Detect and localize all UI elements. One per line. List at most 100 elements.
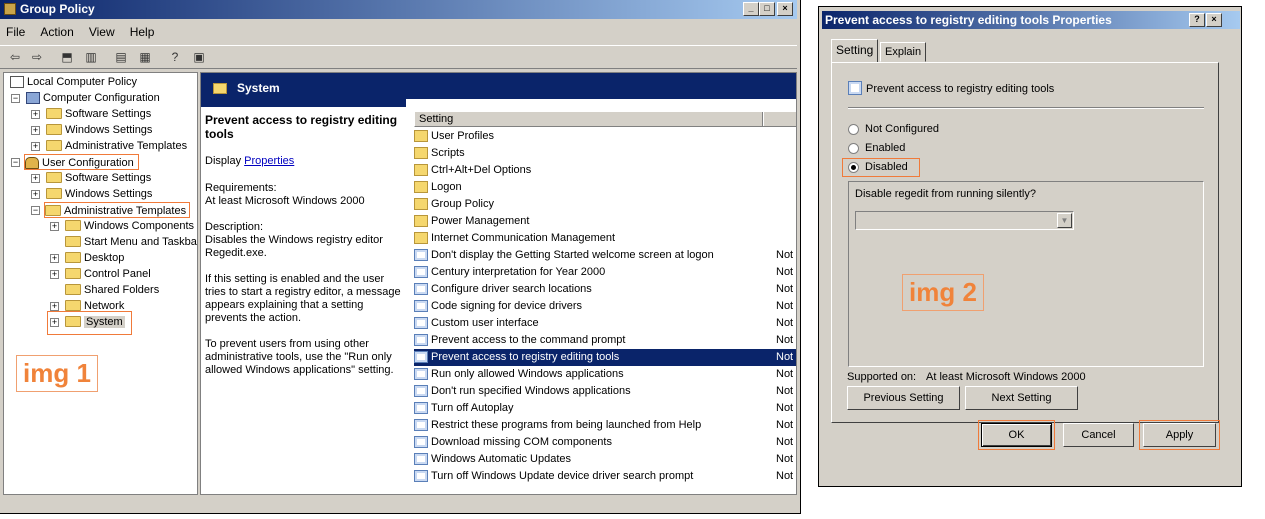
close-button[interactable]: ×	[777, 2, 793, 16]
list-item[interactable]: Run only allowed Windows applications Not	[414, 366, 796, 383]
list-item[interactable]: Century interpretation for Year 2000 Not	[414, 264, 796, 281]
next-setting-button[interactable]: Next Setting	[965, 386, 1078, 410]
tree-computer-configuration[interactable]: Computer Configuration	[26, 90, 160, 106]
tree-uc-software-settings[interactable]: Software Settings	[46, 170, 151, 186]
expand-toggle[interactable]: +	[50, 318, 59, 327]
list-item[interactable]: Download missing COM components Not	[414, 434, 796, 451]
forward-icon[interactable]: ⇨	[28, 49, 46, 66]
tree-windows-components[interactable]: Windows Components	[65, 218, 194, 234]
expand-toggle[interactable]: +	[31, 110, 40, 119]
apply-button[interactable]: Apply	[1143, 423, 1216, 447]
list-item[interactable]: Restrict these programs from being launc…	[414, 417, 796, 434]
label-not-configured[interactable]: Not Configured	[865, 123, 939, 135]
title-bar[interactable]: Group Policy _ □ ×	[0, 0, 797, 19]
expand-toggle[interactable]: +	[31, 126, 40, 135]
radio-disabled[interactable]	[848, 162, 859, 173]
folder-icon	[213, 83, 227, 94]
list-item-label: Prevent access to the command prompt	[431, 334, 626, 346]
minimize-button[interactable]: _	[743, 2, 759, 16]
expand-toggle[interactable]: +	[50, 302, 59, 311]
folder-icon	[414, 215, 428, 228]
list-item[interactable]: Turn off Windows Update device driver se…	[414, 468, 796, 485]
tab-setting[interactable]: Setting	[831, 39, 879, 63]
folder-icon	[414, 181, 428, 194]
tree-cc-software-settings[interactable]: Software Settings	[46, 106, 151, 122]
export-list-icon[interactable]: ▦	[136, 49, 154, 66]
properties-link[interactable]: Properties	[244, 155, 294, 167]
list-item[interactable]: Ctrl+Alt+Del Options	[414, 162, 796, 179]
back-icon[interactable]: ⇦	[6, 49, 24, 66]
expand-toggle[interactable]: +	[50, 222, 59, 231]
tree-control-panel[interactable]: Control Panel	[65, 266, 151, 282]
option-dropdown[interactable]: ▼	[855, 211, 1074, 230]
list-item[interactable]: Scripts	[414, 145, 796, 162]
tree-cc-windows-settings[interactable]: Windows Settings	[46, 122, 152, 138]
supported-on-label: Supported on:	[847, 371, 917, 383]
tree-desktop[interactable]: Desktop	[65, 250, 124, 266]
expand-toggle[interactable]: +	[50, 254, 59, 263]
menu-action[interactable]: Action	[34, 22, 79, 42]
collapse-toggle[interactable]: −	[11, 94, 20, 103]
list-item[interactable]: Don't display the Getting Started welcom…	[414, 247, 796, 264]
column-divider[interactable]	[762, 112, 764, 126]
help-icon[interactable]: ?	[166, 49, 184, 66]
list-item-state: Not	[776, 470, 794, 482]
cancel-button[interactable]: Cancel	[1063, 423, 1134, 447]
column-header-setting[interactable]: Setting	[414, 111, 796, 127]
menu-file[interactable]: File	[0, 22, 31, 42]
expand-toggle[interactable]: +	[31, 174, 40, 183]
tree-start-menu-taskbar[interactable]: Start Menu and Taskba	[65, 234, 197, 250]
tree-root[interactable]: Local Computer Policy	[10, 74, 137, 90]
show-tree-icon[interactable]: ▥	[82, 49, 100, 66]
expand-toggle[interactable]: +	[31, 142, 40, 151]
menu-help[interactable]: Help	[124, 22, 161, 42]
dialog-title-bar[interactable]: Prevent access to registry editing tools…	[822, 11, 1240, 29]
up-folder-icon[interactable]: ⬒	[58, 49, 76, 66]
label-disabled[interactable]: Disabled	[865, 161, 908, 173]
properties-icon[interactable]: ▤	[112, 49, 130, 66]
list-item[interactable]: Internet Communication Management	[414, 230, 796, 247]
tree-cc-administrative-templates[interactable]: Administrative Templates	[46, 138, 187, 154]
collapse-toggle[interactable]: −	[31, 206, 40, 215]
dialog-close-button[interactable]: ×	[1206, 13, 1222, 27]
list-item[interactable]: Code signing for device drivers Not	[414, 298, 796, 315]
list-item[interactable]: Windows Automatic Updates Not	[414, 451, 796, 468]
folder-icon	[45, 204, 61, 216]
collapse-toggle[interactable]: −	[11, 158, 20, 167]
list-item-state: Not	[776, 317, 794, 329]
list-item[interactable]: Group Policy	[414, 196, 796, 213]
list-item-label: Configure driver search locations	[431, 283, 592, 295]
tree-uc-windows-settings[interactable]: Windows Settings	[46, 186, 152, 202]
tree-user-configuration[interactable]: User Configuration	[24, 154, 139, 170]
list-item-label: User Profiles	[431, 130, 494, 142]
expand-toggle[interactable]: +	[31, 190, 40, 199]
radio-not-configured[interactable]	[848, 124, 859, 135]
list-item-state: Not	[776, 368, 794, 380]
tab-explain[interactable]: Explain	[880, 42, 927, 62]
ok-button[interactable]: OK	[981, 423, 1052, 447]
radio-enabled[interactable]	[848, 143, 859, 154]
list-item[interactable]: Logon	[414, 179, 796, 196]
label-enabled[interactable]: Enabled	[865, 142, 905, 154]
chevron-down-icon[interactable]: ▼	[1057, 213, 1072, 228]
list-item[interactable]: User Profiles	[414, 128, 796, 145]
extended-view-icon[interactable]: ▣	[190, 49, 208, 66]
list-item[interactable]: Custom user interface Not	[414, 315, 796, 332]
list-item[interactable]: Prevent access to the command prompt Not	[414, 332, 796, 349]
list-item[interactable]: Turn off Autoplay Not	[414, 400, 796, 417]
menu-view[interactable]: View	[83, 22, 121, 42]
list-item-label: Run only allowed Windows applications	[431, 368, 624, 380]
maximize-button[interactable]: □	[759, 2, 775, 16]
tree-system[interactable]: System	[65, 314, 125, 330]
list-item[interactable]: Power Management	[414, 213, 796, 230]
list-item[interactable]: Don't run specified Windows applications…	[414, 383, 796, 400]
tree-shared-folders[interactable]: Shared Folders	[65, 282, 159, 298]
folder-icon	[65, 299, 81, 311]
help-button[interactable]: ?	[1189, 13, 1205, 27]
list-item-selected[interactable]: Prevent access to registry editing tools…	[414, 349, 796, 366]
list-item[interactable]: Configure driver search locations Not	[414, 281, 796, 298]
previous-setting-button[interactable]: Previous Setting	[847, 386, 960, 410]
expand-toggle[interactable]: +	[50, 270, 59, 279]
policy-setting-icon	[414, 385, 428, 398]
tree-uc-administrative-templates[interactable]: Administrative Templates	[44, 202, 191, 218]
